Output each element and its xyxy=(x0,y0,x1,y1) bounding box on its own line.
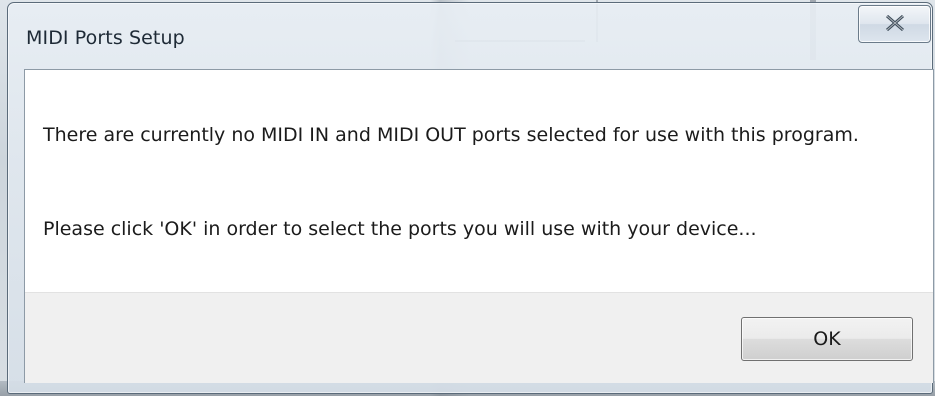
ok-button[interactable]: OK xyxy=(741,317,913,361)
close-button[interactable] xyxy=(858,5,931,43)
message-line-1: There are currently no MIDI IN and MIDI … xyxy=(43,124,859,146)
dialog-content: There are currently no MIDI IN and MIDI … xyxy=(24,69,934,383)
window-title: MIDI Ports Setup xyxy=(26,27,185,49)
button-bar: OK xyxy=(25,292,933,383)
close-icon xyxy=(886,15,904,31)
dialog-window: MIDI Ports Setup There are currently no … xyxy=(7,2,934,394)
message-line-2: Please click 'OK' in order to select the… xyxy=(43,218,757,240)
